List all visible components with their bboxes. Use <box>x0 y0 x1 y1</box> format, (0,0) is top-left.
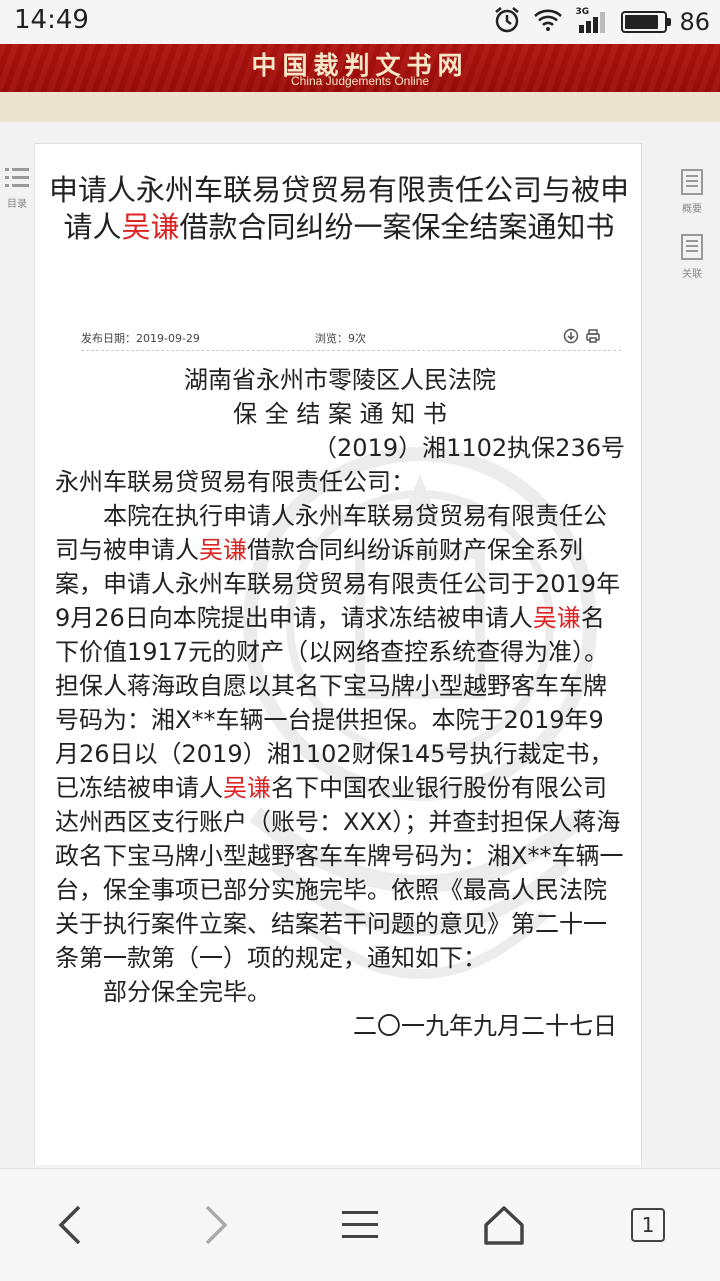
forward-button[interactable] <box>186 1199 246 1251</box>
case-number: （2019）湘1102执保236号 <box>313 434 625 462</box>
battery-icon <box>621 11 672 33</box>
menu-button[interactable] <box>330 1199 390 1251</box>
court-name: 湖南省永州市零陵区人民法院 <box>184 366 496 394</box>
toc-label: 目录 <box>7 199 27 210</box>
highlight-name: 吴谦 <box>223 774 271 802</box>
addressee: 永州车联易贷贸易有限责任公司： <box>55 468 415 496</box>
tab-count: 1 <box>631 1208 665 1242</box>
highlight-name: 吴谦 <box>532 604 581 632</box>
back-button[interactable] <box>40 1199 100 1251</box>
title-part: 借款合同纠纷一案保全结案通知书 <box>179 210 615 244</box>
meta-divider <box>81 350 621 351</box>
toc-button[interactable]: 目录 <box>0 165 34 210</box>
site-subtitle: China Judgements Online <box>290 74 430 88</box>
home-button[interactable] <box>474 1199 534 1251</box>
browser-nav-bar: 1 <box>0 1168 720 1281</box>
document-type: 保 全 结 案 通 知 书 <box>233 400 447 428</box>
document-body: 湖南省永州市零陵区人民法院 保 全 结 案 通 知 书 （2019）湘1102执… <box>55 363 625 1043</box>
text-segment: 名下价值1917元的财产（以网络查控系统查得为准）。担保人蒋海政自愿以其名下宝马… <box>55 604 614 802</box>
title-highlight-name: 吴谦 <box>121 210 180 244</box>
cell-signal-icon: 3G <box>575 7 609 35</box>
view-count: 浏览：9次 <box>315 332 366 345</box>
summary-label: 概要 <box>682 204 702 215</box>
paragraph-result: 部分保全完毕。 <box>103 978 271 1006</box>
site-header[interactable]: 中国裁判文书网 China Judgements Online <box>0 44 720 92</box>
print-icon[interactable] <box>585 328 601 348</box>
alarm-icon <box>493 6 521 38</box>
summary-button[interactable]: 概要 <box>672 168 712 215</box>
signed-date: 二〇一九年九月二十七日 <box>353 1012 617 1040</box>
chevron-right-icon <box>205 1205 228 1245</box>
wifi-icon <box>533 8 563 36</box>
tabs-button[interactable]: 1 <box>618 1199 678 1251</box>
publish-date: 发布日期：2019-09-29 <box>81 332 200 345</box>
related-button[interactable]: 关联 <box>672 233 712 280</box>
related-label: 关联 <box>682 269 702 280</box>
document-page: 申请人永州车联易贷贸易有限责任公司与被申请人吴谦借款合同纠纷一案保全结案通知书 … <box>34 143 642 1165</box>
header-band <box>0 92 720 122</box>
status-bar: 14:49 3G 86 <box>0 0 720 44</box>
text-segment: 名下中国农业银行股份有限公司达州西区支行账户（账号：XXX）；并查封担保人蒋海政… <box>55 774 624 972</box>
menu-icon <box>342 1211 378 1238</box>
paragraph-main: 本院在执行申请人永州车联易贷贸易有限责任公司与被申请人吴谦借款合同纠纷诉前财产保… <box>55 499 625 975</box>
status-time: 14:49 <box>14 5 89 35</box>
download-icon[interactable] <box>563 328 579 348</box>
highlight-name: 吴谦 <box>199 536 247 564</box>
home-icon <box>484 1206 524 1245</box>
chevron-left-icon <box>58 1205 81 1245</box>
document-icon <box>679 169 705 200</box>
document-icon <box>679 234 705 265</box>
battery-percent: 86 <box>679 8 710 36</box>
list-icon <box>3 168 31 195</box>
document-title: 申请人永州车联易贷贸易有限责任公司与被申请人吴谦借款合同纠纷一案保全结案通知书 <box>35 172 641 246</box>
